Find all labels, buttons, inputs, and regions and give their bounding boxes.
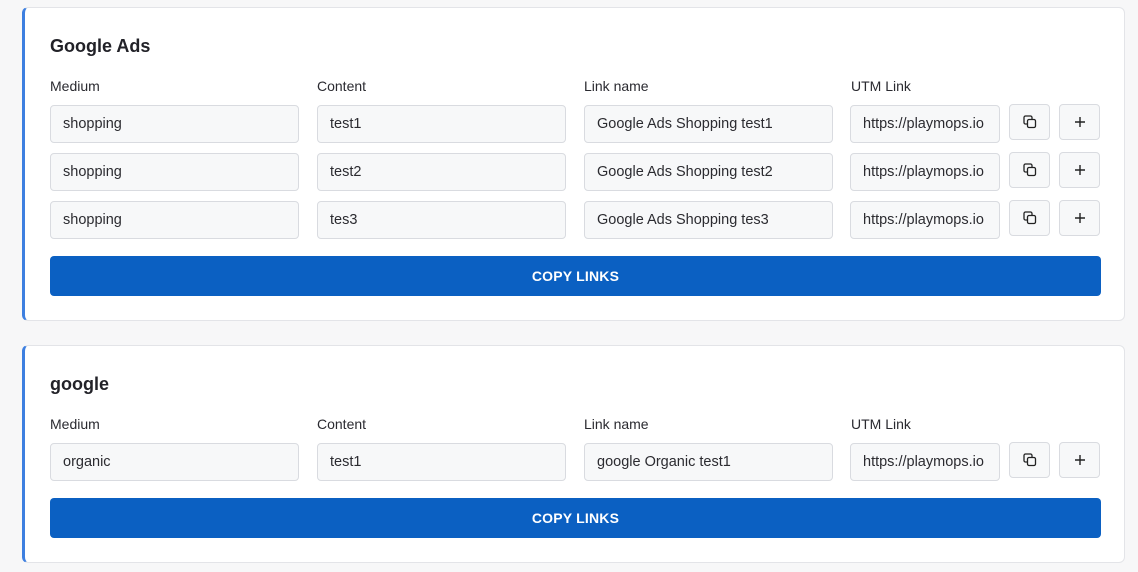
section-card-google: google Medium Content Link name UTM Link…: [22, 345, 1125, 563]
header-link-name: Link name: [584, 78, 649, 94]
copy-icon: [1022, 115, 1036, 129]
plus-icon: [1074, 165, 1085, 175]
medium-input[interactable]: organic: [50, 443, 299, 481]
copy-link-button[interactable]: [1009, 442, 1050, 478]
medium-input[interactable]: shopping: [50, 105, 299, 143]
header-medium: Medium: [50, 416, 100, 432]
copy-icon: [1022, 211, 1036, 225]
utm-link-input[interactable]: https://playmops.io: [850, 443, 1000, 481]
section-title: Google Ads: [50, 36, 151, 56]
copy-links-button[interactable]: COPY LINKS: [50, 498, 1101, 538]
plus-icon: [1074, 455, 1085, 465]
link-name-input[interactable]: google Organic test1: [584, 443, 833, 481]
header-medium: Medium: [50, 78, 100, 94]
section-card-google-ads: Google Ads Medium Content Link name UTM …: [22, 7, 1125, 321]
copy-icon: [1022, 453, 1036, 467]
medium-input[interactable]: shopping: [50, 153, 299, 191]
content-input[interactable]: tes3: [317, 201, 566, 239]
link-name-input[interactable]: Google Ads Shopping test2: [584, 153, 833, 191]
utm-link-input[interactable]: https://playmops.io: [850, 153, 1000, 191]
copy-link-button[interactable]: [1009, 152, 1050, 188]
content-input[interactable]: test1: [317, 105, 566, 143]
header-content: Content: [317, 416, 367, 432]
section-title: google: [50, 374, 109, 394]
header-link-name: Link name: [584, 416, 649, 432]
medium-input[interactable]: shopping: [50, 201, 299, 239]
link-name-input[interactable]: Google Ads Shopping tes3: [584, 201, 833, 239]
plus-icon: [1074, 213, 1085, 223]
plus-icon: [1074, 117, 1085, 127]
copy-icon: [1022, 163, 1036, 177]
copy-link-button[interactable]: [1009, 104, 1050, 140]
link-name-input[interactable]: Google Ads Shopping test1: [584, 105, 833, 143]
add-row-button[interactable]: [1059, 442, 1100, 478]
utm-link-input[interactable]: https://playmops.io: [850, 201, 1000, 239]
add-row-button[interactable]: [1059, 152, 1100, 188]
header-utm-link: UTM Link: [851, 78, 911, 94]
utm-link-input[interactable]: https://playmops.io: [850, 105, 1000, 143]
copy-link-button[interactable]: [1009, 200, 1050, 236]
content-input[interactable]: test2: [317, 153, 566, 191]
header-content: Content: [317, 78, 367, 94]
add-row-button[interactable]: [1059, 200, 1100, 236]
content-input[interactable]: test1: [317, 443, 566, 481]
header-utm-link: UTM Link: [851, 416, 911, 432]
add-row-button[interactable]: [1059, 104, 1100, 140]
copy-links-button[interactable]: COPY LINKS: [50, 256, 1101, 296]
